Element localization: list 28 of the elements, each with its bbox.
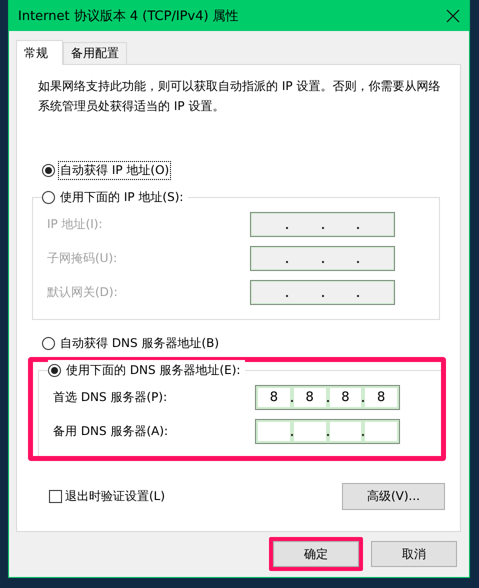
field-label: 子网掩码(U): [47,250,118,266]
field-label: 首选 DNS 服务器(P): [53,388,168,406]
radio-label[interactable]: 自动获得 IP 地址(O) [58,160,172,180]
octet-value: 8 [376,390,386,404]
radio-button[interactable] [42,190,55,204]
checkbox[interactable] [49,490,62,503]
ip-address-field[interactable] [255,418,400,444]
radio-label[interactable]: 自动获得 DNS 服务器地址(B) [58,334,222,352]
dialog-button[interactable]: 确定 [273,541,359,567]
radio-button[interactable] [42,336,55,350]
field-label: 备用 DNS 服务器(A): [53,422,168,440]
ip-address-field[interactable]: 8 8 8 8 [255,384,400,410]
tab[interactable]: 常规 [16,40,63,65]
checkbox-label[interactable]: 退出时验证设置(L) [65,488,166,505]
field-label: IP 地址(I): [47,216,103,232]
octet-value: 8 [341,390,350,404]
octet-value: 8 [305,390,314,404]
description-text: 如果网络支持此功能，则可以获取自动指派的 IP 设置。否则，你需要从网络系统管理员处获得适当的 IP 设置。 [38,78,442,115]
octet-value: 8 [270,390,278,404]
field-label: 默认网关(D): [47,284,118,300]
advanced-button[interactable]: 高级(V)... [342,483,445,510]
dialog-button[interactable]: 取消 [371,541,457,567]
radio-label[interactable]: 使用下面的 IP 地址(S): [58,188,186,206]
tab[interactable]: 备用配置 [63,42,127,64]
window-title: Internet 协议版本 4 (TCP/IPv4) 属性 [18,8,239,24]
radio-button[interactable] [48,364,61,376]
close-icon[interactable] [446,8,460,22]
radio-button[interactable] [42,164,55,176]
